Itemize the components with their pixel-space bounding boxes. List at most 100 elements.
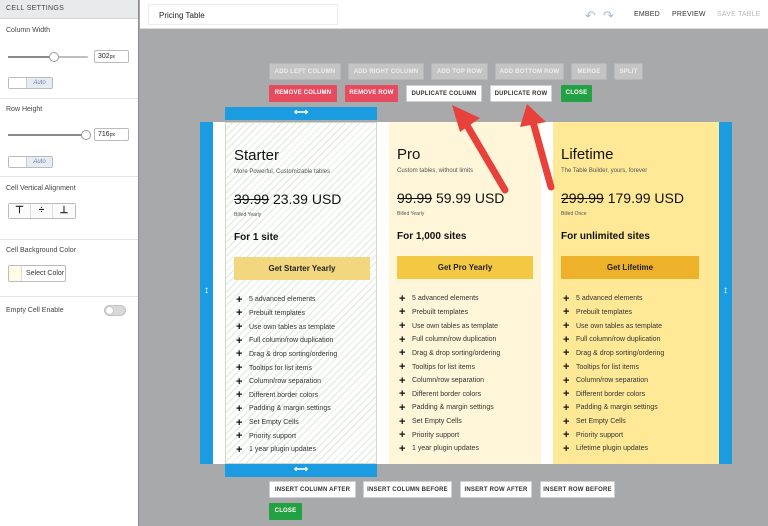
align-top-icon[interactable]: ⊤ bbox=[9, 204, 31, 218]
cta-button[interactable]: Get Lifetime bbox=[561, 256, 699, 279]
add-bottom-row-button[interactable]: ADD BOTTOM ROW bbox=[495, 63, 564, 80]
plus-icon: + bbox=[236, 293, 243, 306]
annotation-arrows bbox=[452, 104, 555, 194]
undo-icon[interactable]: ↶ bbox=[585, 8, 596, 24]
row-height-input[interactable]: 716px bbox=[94, 128, 129, 141]
feature-item: +1 year plugin updates bbox=[399, 442, 500, 456]
feature-text: Set Empty Cells bbox=[249, 419, 299, 427]
feature-text: Priority support bbox=[412, 431, 460, 439]
top-column-handle[interactable]: ⟷ bbox=[225, 107, 377, 120]
plus-icon: + bbox=[236, 443, 243, 456]
close-bottom-button[interactable]: CLOSE bbox=[269, 503, 302, 520]
left-row-handle[interactable]: ↕ bbox=[200, 122, 213, 464]
feature-item: + Different border colors bbox=[236, 388, 337, 402]
table-title-input[interactable]: Pricing Table bbox=[148, 4, 338, 25]
insert-row-after-button[interactable]: INSERT ROW AFTER bbox=[460, 481, 532, 498]
feature-item: + Drag & drop sorting/ordering bbox=[399, 347, 500, 361]
feature-item: + Tooltips for list items bbox=[399, 360, 500, 374]
feature-item: + Padding & margin settings bbox=[399, 401, 500, 415]
save-table-button[interactable]: SAVE TABLE bbox=[717, 11, 761, 18]
feature-item: + Priority support bbox=[399, 428, 500, 442]
toggle-switch bbox=[9, 78, 27, 88]
row-height-unit: px bbox=[109, 132, 115, 138]
feature-text: Padding & margin settings bbox=[412, 404, 494, 412]
top-bar: Pricing Table ↶ ↷ EMBED PREVIEW SAVE TAB… bbox=[140, 0, 768, 29]
redo-icon[interactable]: ↷ bbox=[603, 8, 614, 24]
feature-item: + Padding & margin settings bbox=[236, 402, 337, 416]
plus-icon: + bbox=[236, 307, 243, 320]
bottom-column-handle[interactable]: ⟷ bbox=[225, 464, 377, 477]
column-width-auto-toggle[interactable]: Auto bbox=[8, 77, 53, 89]
insert-row-before-button[interactable]: INSERT ROW BEFORE bbox=[540, 481, 615, 498]
align-bottom-icon[interactable]: ⊥ bbox=[53, 204, 75, 218]
arrow-to-duplicate-column bbox=[452, 105, 509, 194]
feature-item: + Priority support bbox=[236, 429, 337, 443]
add-right-column-button[interactable]: ADD RIGHT COLUMN bbox=[348, 63, 424, 80]
column-width-slider-handle[interactable] bbox=[49, 52, 59, 62]
site-count: For 1,000 sites bbox=[397, 231, 467, 242]
select-color-button[interactable]: Select Color bbox=[8, 265, 66, 282]
add-left-column-button[interactable]: ADD LEFT COLUMN bbox=[269, 63, 341, 80]
remove-column-button[interactable]: REMOVE COLUMN bbox=[269, 85, 337, 102]
plus-icon: + bbox=[563, 306, 570, 319]
feature-text: Lifetime plugin updates bbox=[576, 445, 648, 453]
feature-text: Full column/row duplication bbox=[412, 336, 497, 344]
feature-item: + Prebuilt templates bbox=[563, 306, 664, 320]
row-height-value: 716 bbox=[98, 131, 110, 138]
plus-icon: + bbox=[399, 306, 406, 319]
column-width-label: Column Width bbox=[6, 27, 50, 34]
plus-icon: + bbox=[399, 374, 406, 387]
feature-text: 1 year plugin updates bbox=[412, 445, 479, 453]
column-width-input[interactable]: 302px bbox=[94, 50, 129, 63]
feature-list: +5 advanced elements + Prebuilt templates +… bbox=[236, 293, 337, 457]
cta-button[interactable]: Get Pro Yearly bbox=[397, 256, 533, 279]
row-height-slider-handle[interactable] bbox=[81, 130, 91, 140]
feature-text: Padding & margin settings bbox=[576, 404, 658, 412]
auto-label: Auto bbox=[27, 78, 52, 88]
remove-row-button[interactable]: REMOVE ROW bbox=[345, 85, 398, 102]
row-height-label: Row Height bbox=[6, 106, 43, 113]
feature-text: Drag & drop sorting/ordering bbox=[576, 349, 665, 357]
pricing-column[interactable]: Starter More Powerful, Customizable table… bbox=[225, 122, 377, 464]
add-top-row-button[interactable]: ADD TOP ROW bbox=[431, 63, 488, 80]
empty-cell-switch[interactable] bbox=[104, 305, 126, 316]
empty-cell-section: Empty Cell Enable bbox=[0, 297, 138, 324]
feature-list: +5 advanced elements + Prebuilt templates +… bbox=[399, 292, 500, 456]
insert-column-after-button[interactable]: INSERT COLUMN AFTER bbox=[269, 481, 356, 498]
plus-icon: + bbox=[236, 321, 243, 334]
align-middle-icon[interactable]: ÷ bbox=[31, 204, 53, 218]
feature-text: Column/row separation bbox=[576, 377, 648, 385]
feature-text: Prebuilt templates bbox=[249, 309, 306, 317]
cta-button[interactable]: Get Starter Yearly bbox=[234, 257, 370, 280]
feature-text: Tooltips for list items bbox=[576, 363, 640, 371]
plus-icon: + bbox=[236, 389, 243, 402]
feature-text: Use own tables as template bbox=[249, 323, 335, 331]
merge-button[interactable]: MERGE bbox=[571, 63, 607, 80]
row-height-auto-toggle[interactable]: Auto bbox=[8, 156, 53, 168]
preview-link[interactable]: PREVIEW bbox=[672, 11, 706, 18]
auto-label: Auto bbox=[27, 157, 52, 167]
new-price: 179.99 USD bbox=[607, 190, 684, 206]
feature-item: +1 year plugin updates bbox=[236, 443, 337, 457]
background-color-label: Cell Background Color bbox=[6, 247, 77, 254]
arrow-to-duplicate-row bbox=[520, 104, 555, 191]
feature-item: + Set Empty Cells bbox=[399, 415, 500, 429]
feature-item: + Column/row separation bbox=[236, 375, 337, 389]
plan-name: Starter bbox=[234, 147, 280, 164]
column-width-slider[interactable] bbox=[8, 52, 88, 62]
plus-icon: + bbox=[563, 429, 570, 442]
feature-item: + Column/row separation bbox=[563, 374, 664, 388]
vertical-alignment-label: Cell Vertical Alignment bbox=[6, 185, 76, 192]
plus-icon: + bbox=[399, 292, 406, 305]
split-button[interactable]: SPLIT bbox=[614, 63, 643, 80]
billing-period: Billed Yearly bbox=[397, 211, 425, 217]
sidebar-header: CELL SETTINGS bbox=[0, 0, 138, 19]
feature-text: Column/row separation bbox=[412, 377, 484, 385]
insert-column-before-button[interactable]: INSERT COLUMN BEFORE bbox=[363, 481, 452, 498]
plus-icon: + bbox=[236, 334, 243, 347]
plus-icon: + bbox=[399, 429, 406, 442]
right-row-handle[interactable]: ↕ bbox=[719, 122, 732, 464]
embed-link[interactable]: EMBED bbox=[634, 11, 660, 18]
row-height-slider[interactable] bbox=[8, 130, 91, 140]
feature-item: + Drag & drop sorting/ordering bbox=[563, 347, 664, 361]
